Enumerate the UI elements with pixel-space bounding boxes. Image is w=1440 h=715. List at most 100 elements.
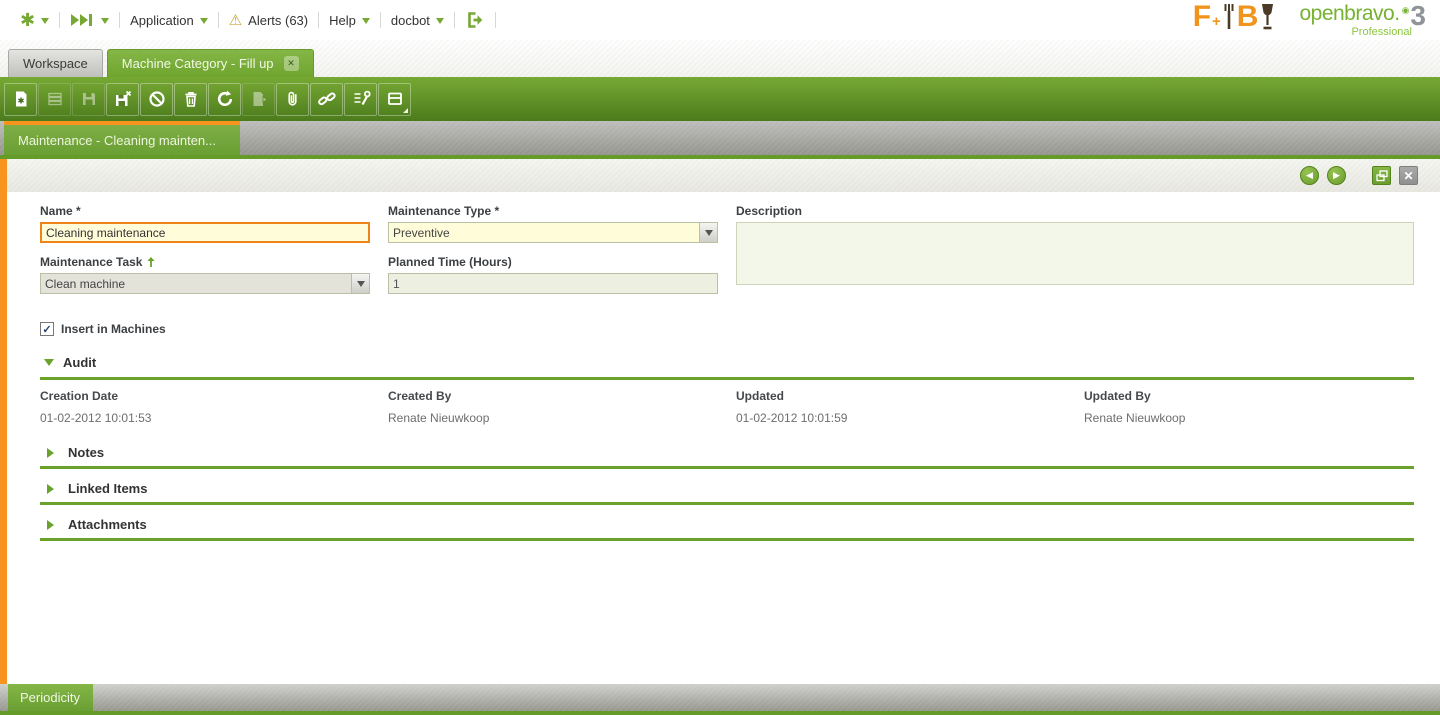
undo-button[interactable] bbox=[140, 82, 173, 116]
section-header-notes[interactable]: Notes bbox=[40, 441, 1414, 469]
skip-forward-icon bbox=[71, 14, 93, 26]
maintenance-task-dropdown-button[interactable] bbox=[351, 273, 370, 294]
delete-button[interactable] bbox=[174, 82, 207, 116]
refresh-icon bbox=[217, 90, 232, 107]
export-button bbox=[242, 82, 275, 116]
chevron-down-icon bbox=[704, 230, 713, 240]
notes-section-title: Notes bbox=[68, 445, 105, 460]
creation-date-label: Creation Date bbox=[40, 389, 119, 403]
breadcrumb-bar: Maintenance - Cleaning mainten... bbox=[0, 121, 1440, 155]
tab-periodicity[interactable]: Periodicity bbox=[8, 684, 93, 711]
tab-machine-category[interactable]: Machine Category - Fill up ✕ bbox=[106, 49, 314, 77]
updated-label: Updated bbox=[736, 389, 784, 403]
record-toolbar bbox=[0, 77, 1440, 121]
fork-icon bbox=[1224, 3, 1234, 29]
name-input[interactable] bbox=[40, 222, 370, 243]
description-field-label: Description bbox=[736, 204, 803, 218]
save-icon bbox=[82, 93, 95, 105]
updated-value: 01-02-2012 10:01:59 bbox=[736, 411, 848, 425]
attachment-icon bbox=[287, 91, 297, 106]
brand-logos: F + B openbravo. ◉ 3 Professional bbox=[1192, 0, 1432, 38]
tab-machine-category-label: Machine Category - Fill up bbox=[121, 56, 274, 71]
grid-save-icon bbox=[47, 92, 62, 106]
close-form-button[interactable]: ✕ bbox=[1399, 166, 1418, 185]
maintenance-type-dropdown-button[interactable] bbox=[699, 222, 718, 243]
previous-record-button[interactable]: ◀ bbox=[1300, 166, 1319, 185]
new-record-button[interactable] bbox=[4, 82, 37, 116]
help-menu-label: Help bbox=[329, 12, 356, 28]
section-header-linked-items[interactable]: Linked Items bbox=[40, 477, 1414, 505]
tools-icon bbox=[354, 90, 371, 106]
next-icon: ▶ bbox=[1333, 170, 1340, 180]
insert-in-machines-checkbox[interactable]: ✓ bbox=[40, 322, 54, 336]
openbravo-logo: openbravo. ◉ 3 Professional bbox=[1299, 0, 1426, 38]
tools-button[interactable] bbox=[344, 82, 377, 116]
link-icon bbox=[317, 92, 336, 106]
alerts-menu[interactable]: ⚠ Alerts (63) bbox=[219, 11, 318, 29]
child-tabs-bar: Periodicity bbox=[0, 684, 1440, 711]
maintenance-type-select[interactable]: Preventive bbox=[388, 222, 718, 243]
openbravo-edition-label: Professional bbox=[1351, 25, 1412, 38]
user-menu[interactable]: docbot bbox=[381, 13, 454, 28]
refresh-button[interactable] bbox=[208, 82, 241, 116]
save-close-icon bbox=[115, 90, 131, 106]
alerts-menu-label: Alerts (63) bbox=[248, 12, 309, 28]
chevron-down-icon bbox=[356, 281, 365, 291]
export-icon bbox=[253, 92, 268, 106]
created-by-value: Renate Nieuwkoop bbox=[388, 411, 490, 425]
maintenance-task-value[interactable]: Clean machine bbox=[40, 273, 351, 294]
save-close-button[interactable] bbox=[106, 82, 139, 116]
breadcrumb-label: Maintenance - Cleaning mainten... bbox=[18, 132, 217, 148]
tab-workspace-label: Workspace bbox=[23, 56, 88, 71]
section-header-audit[interactable]: Audit bbox=[40, 350, 1414, 380]
tab-close-icon[interactable]: ✕ bbox=[283, 56, 299, 71]
link-button[interactable] bbox=[310, 82, 343, 116]
link-to-record-icon[interactable] bbox=[146, 256, 156, 268]
quick-create-menu[interactable] bbox=[60, 13, 119, 28]
attachment-button[interactable] bbox=[276, 82, 309, 116]
tab-workspace[interactable]: Workspace bbox=[8, 49, 103, 77]
check-icon: ✓ bbox=[42, 323, 52, 336]
application-menu[interactable]: Application bbox=[120, 13, 218, 28]
top-menubar: ✱ Application ⚠ Alerts (63) Help docbot bbox=[0, 0, 1440, 40]
next-record-button[interactable]: ▶ bbox=[1327, 166, 1346, 185]
breadcrumb[interactable]: Maintenance - Cleaning mainten... bbox=[4, 121, 240, 155]
grid-form-toggle-button[interactable] bbox=[378, 82, 411, 116]
new-record-icon bbox=[15, 91, 26, 107]
menu-separator bbox=[494, 12, 496, 28]
fb-logo-letter-f: F bbox=[1192, 0, 1212, 33]
audit-fields: Creation Date 01-02-2012 10:01:53 Create… bbox=[40, 389, 1414, 425]
quick-launch-menu[interactable]: ✱ bbox=[10, 11, 59, 29]
chevron-down-icon bbox=[101, 17, 110, 28]
maintenance-task-field-label: Maintenance Task bbox=[40, 255, 143, 269]
chevron-down-icon bbox=[199, 17, 208, 28]
record-navigation-strip: ◀ ▶ ✕ bbox=[7, 159, 1440, 192]
linked-items-section-title: Linked Items bbox=[68, 481, 148, 496]
planned-time-field-label: Planned Time (Hours) bbox=[388, 255, 512, 269]
dropdown-corner-icon bbox=[403, 107, 408, 113]
maintenance-task-select[interactable]: Clean machine bbox=[40, 273, 370, 294]
openbravo-logo-version: 3 bbox=[1410, 0, 1426, 31]
section-header-attachments[interactable]: Attachments bbox=[40, 513, 1414, 541]
divider bbox=[0, 711, 1440, 715]
updated-by-value: Renate Nieuwkoop bbox=[1084, 411, 1186, 425]
maximize-icon bbox=[1375, 169, 1388, 181]
form-view-icon bbox=[387, 92, 402, 105]
logout-button[interactable] bbox=[455, 10, 495, 30]
user-menu-label: docbot bbox=[390, 12, 430, 28]
description-textarea[interactable] bbox=[736, 222, 1414, 285]
chevron-down-icon bbox=[361, 17, 370, 28]
chevron-down-icon bbox=[41, 17, 50, 28]
expand-triangle-icon bbox=[47, 519, 59, 530]
fb-logo: F + B bbox=[1192, 0, 1276, 33]
window-tabbar: Workspace Machine Category - Fill up ✕ bbox=[0, 40, 1440, 77]
wine-glass-icon bbox=[1262, 3, 1274, 29]
undo-icon bbox=[148, 91, 165, 107]
maximize-button[interactable] bbox=[1372, 166, 1391, 185]
maintenance-type-value[interactable]: Preventive bbox=[388, 222, 699, 243]
help-menu[interactable]: Help bbox=[319, 13, 380, 28]
planned-time-input[interactable] bbox=[388, 273, 718, 294]
openbravo-logo-dot: ◉ bbox=[1401, 4, 1410, 15]
openbravo-logo-text: openbravo. bbox=[1299, 1, 1400, 25]
fb-logo-letter-b: B bbox=[1236, 0, 1259, 33]
